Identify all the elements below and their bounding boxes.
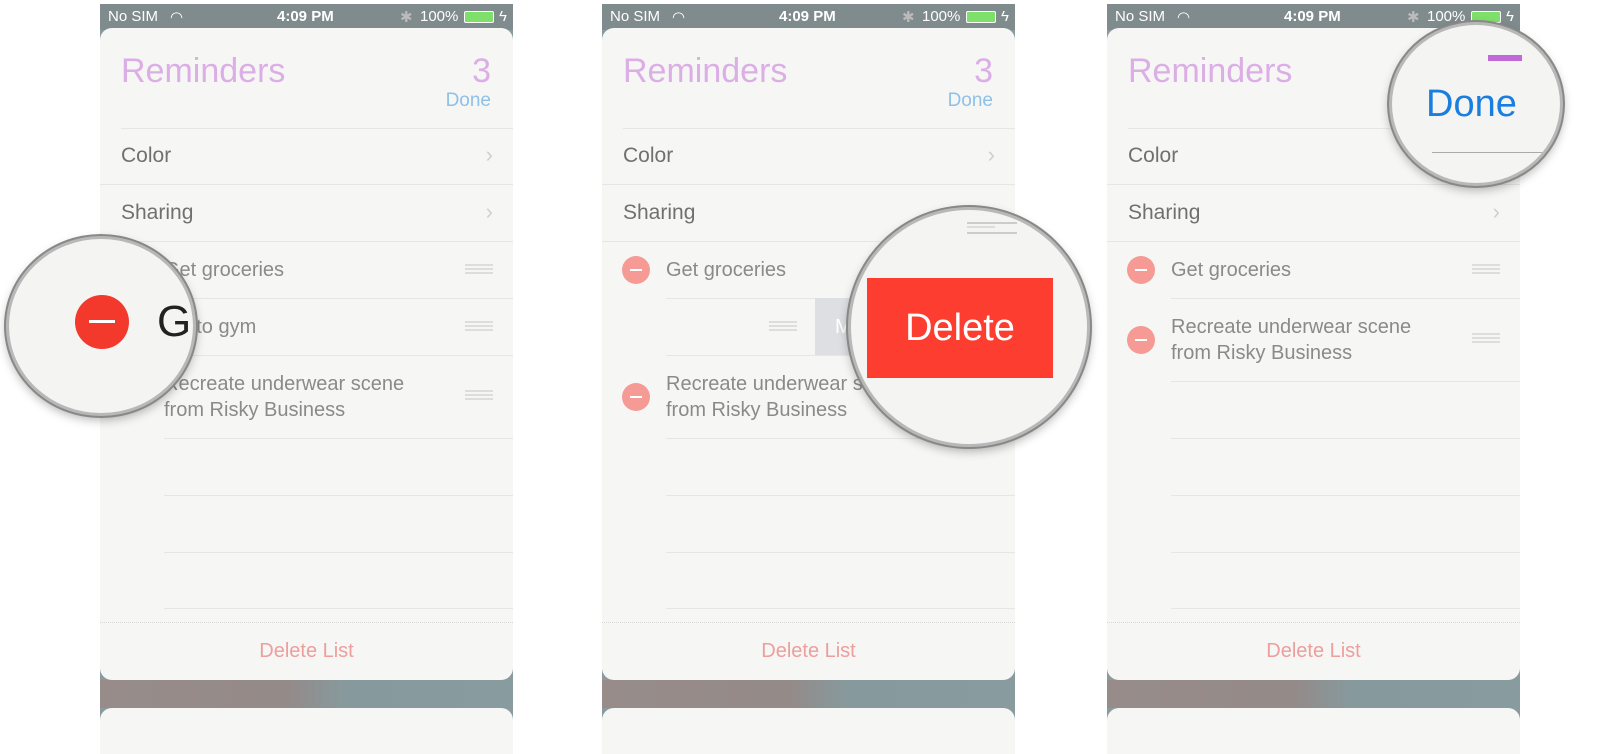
status-bar: No SIM ◠ 4:09 PM ✱ 100% ϟ [602,4,1015,30]
color-row[interactable]: Color [623,144,673,168]
reminder-item[interactable]: Recreate underwear scene from Risky Busi… [1171,314,1451,366]
sharing-row[interactable]: Sharing [623,201,695,225]
minus-circle-icon[interactable] [75,295,129,349]
reorder-handle-icon [967,222,1017,234]
chevron-right-icon: › [1492,199,1500,224]
reorder-handle-icon[interactable] [769,321,797,331]
color-row[interactable]: Color [1128,144,1178,168]
clock: 4:09 PM [1284,8,1341,25]
bluetooth-icon: ✱ [1407,9,1420,26]
done-button[interactable]: Done [1426,83,1517,126]
list-title: Reminders [1128,52,1293,90]
sharing-row[interactable]: Sharing [1128,201,1200,225]
reminder-item[interactable]: Get groceries [1171,257,1291,283]
charging-icon: ϟ [499,8,507,25]
battery-percent: 100% [420,8,459,25]
delete-button[interactable]: Delete [867,278,1053,378]
bluetooth-icon: ✱ [400,9,413,26]
carrier: No SIM [1115,8,1166,25]
magnifier-delete-indicator: Go [6,236,196,416]
chevron-right-icon: › [485,142,493,167]
status-bar: No SIM ◠ 4:09 PM ✱ 100% ϟ [100,4,513,30]
battery-percent: 100% [922,8,961,25]
reminder-item[interactable]: Recreate underwear scene from Risky Busi… [164,371,444,423]
delete-minus-icon[interactable] [622,256,650,284]
carrier: No SIM [610,8,661,25]
reorder-handle-icon[interactable] [465,390,493,400]
reorder-handle-icon[interactable] [465,264,493,274]
magnified-text: Go [157,297,193,346]
bluetooth-icon: ✱ [902,9,915,26]
count-digit-fragment [1488,31,1522,61]
reorder-handle-icon[interactable] [1472,333,1500,343]
delete-list-button[interactable]: Delete List [1107,640,1520,663]
delete-list-button[interactable]: Delete List [602,640,1015,663]
wifi-icon: ◠ [672,9,686,26]
magnifier-done-button: Done [1389,22,1563,186]
magnifier-delete-action: Delete [848,207,1090,447]
wifi-icon: ◠ [170,9,184,26]
carrier: No SIM [108,8,159,25]
reorder-handle-icon[interactable] [465,321,493,331]
done-button[interactable]: Done [446,90,491,112]
reorder-handle-icon[interactable] [1472,264,1500,274]
delete-list-button[interactable]: Delete List [100,640,513,663]
reminder-item[interactable]: Get groceries [666,257,786,283]
delete-minus-icon[interactable] [622,383,650,411]
delete-minus-icon[interactable] [1127,256,1155,284]
done-button[interactable]: Done [948,90,993,112]
charging-icon: ϟ [1001,8,1009,25]
charging-icon: ϟ [1506,8,1514,25]
clock: 4:09 PM [277,8,334,25]
wifi-icon: ◠ [1177,9,1191,26]
list-title: Reminders [121,52,286,90]
item-count: 3 [472,52,491,90]
chevron-right-icon: › [987,142,995,167]
chevron-right-icon: › [485,199,493,224]
item-count: 3 [974,52,993,90]
sharing-row[interactable]: Sharing [121,201,193,225]
battery-icon [464,11,494,23]
list-title: Reminders [623,52,788,90]
clock: 4:09 PM [779,8,836,25]
battery-icon [966,11,996,23]
color-row[interactable]: Color [121,144,171,168]
delete-minus-icon[interactable] [1127,326,1155,354]
